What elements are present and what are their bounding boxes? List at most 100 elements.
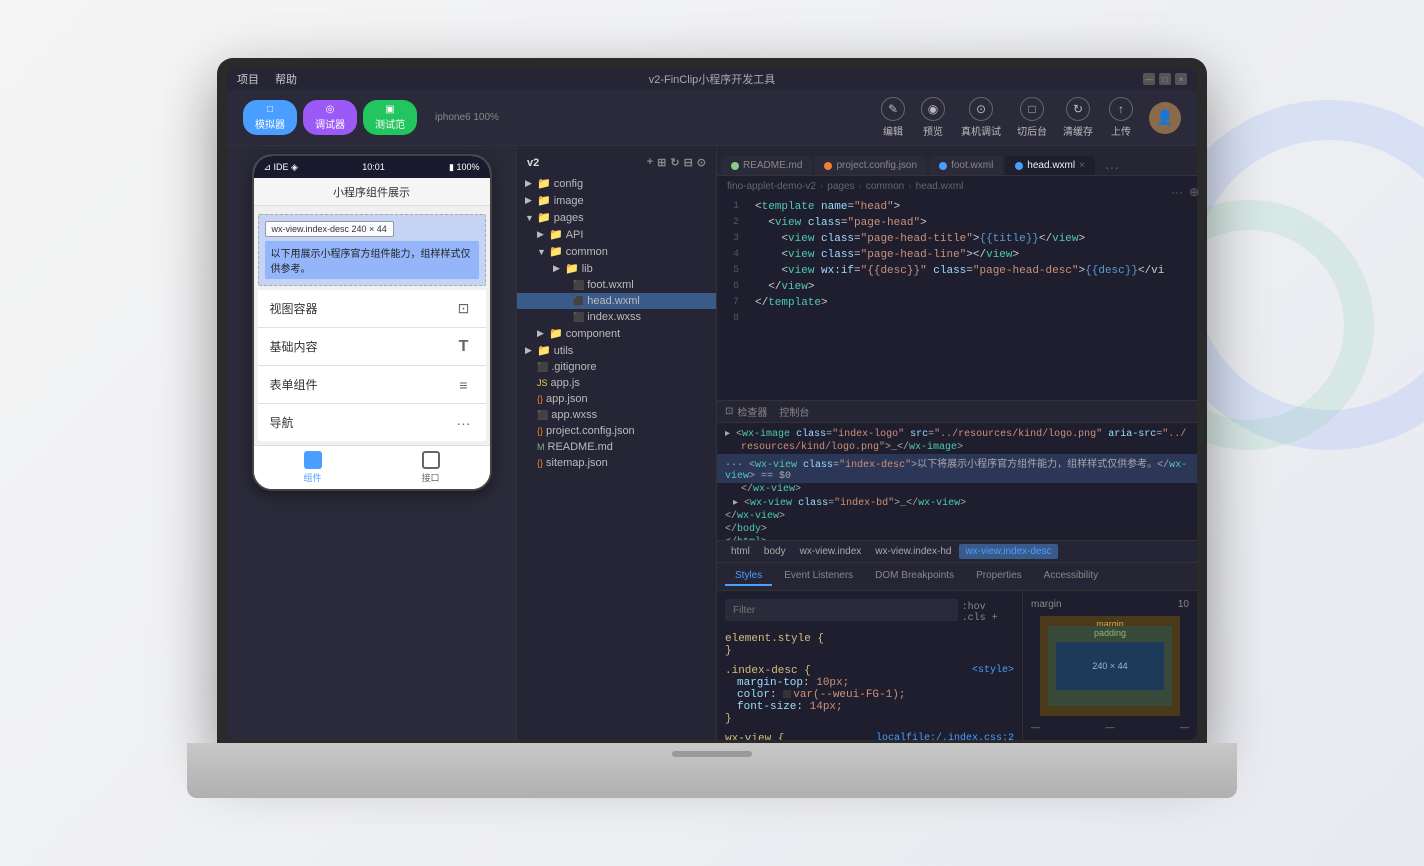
tree-item-foot-wxml[interactable]: ⬛ foot.wxml xyxy=(517,277,716,293)
preview-tool[interactable]: ◉ 预览 xyxy=(921,97,945,138)
styles-filter-input[interactable] xyxy=(725,599,958,621)
tree-item-gitignore[interactable]: ⬛ .gitignore xyxy=(517,359,716,375)
tree-item-app-js[interactable]: JS app.js xyxy=(517,375,716,391)
new-file-icon[interactable]: + xyxy=(647,156,653,169)
code-editor[interactable]: 1 <template name="head"> 2 <view class="… xyxy=(717,196,1197,400)
styles-tab[interactable]: Styles xyxy=(725,567,772,586)
phone-menu-item-2[interactable]: 基础内容 T xyxy=(258,328,486,366)
phone-panel: ⊿ IDE ◈ 10:01 ▮ 100% 小程序组件展示 ··· ⊕ xyxy=(227,146,517,740)
filter-icon[interactable]: ⊙ xyxy=(697,156,706,169)
sitemap-label: sitemap.json xyxy=(546,457,608,469)
phone-nav-components[interactable]: 组件 xyxy=(254,446,372,489)
tree-item-index-wxss[interactable]: ⬛ index.wxss xyxy=(517,309,716,325)
code-line-8: 8 xyxy=(717,312,1197,328)
real-debug-label: 真机调试 xyxy=(961,123,1001,138)
html-crumb-wx-view-hd[interactable]: wx-view.index-hd xyxy=(869,544,957,559)
html-inspector: ▸ <wx-image class="index-logo" src="../r… xyxy=(717,423,1197,541)
tabs-more-button[interactable]: ··· xyxy=(1101,159,1123,175)
real-debug-icon: ⊙ xyxy=(969,97,993,121)
pages-folder-icon: 📁 xyxy=(537,211,551,224)
breadcrumb-pages: pages xyxy=(827,181,854,192)
debugger-button[interactable]: ◎ 调试器 xyxy=(303,100,357,135)
simulator-button[interactable]: □ 模拟器 xyxy=(243,100,297,135)
menu-item-help[interactable]: 帮助 xyxy=(275,71,297,87)
element-tag: wx-view.index-desc 240 × 44 xyxy=(265,221,394,237)
tree-item-config[interactable]: ▶ 📁 config xyxy=(517,175,716,192)
tree-item-app-json[interactable]: {} app.json xyxy=(517,391,716,407)
tab-foot-wxml[interactable]: foot.wxml xyxy=(929,156,1003,175)
phone-signal: ⊿ IDE ◈ xyxy=(264,162,298,173)
html-crumb-body[interactable]: body xyxy=(758,544,792,559)
config-folder-icon: 📁 xyxy=(537,177,551,190)
tree-item-utils[interactable]: ▶ 📁 utils xyxy=(517,342,716,359)
api-label: API xyxy=(566,229,584,241)
common-label: common xyxy=(566,246,608,258)
edit-label: 编辑 xyxy=(883,123,903,138)
tree-item-api[interactable]: ▶ 📁 API xyxy=(517,226,716,243)
pseudo-filter[interactable]: :hov .cls + xyxy=(962,602,1014,624)
html-crumb-wx-view-index[interactable]: wx-view.index xyxy=(794,544,868,559)
tree-item-app-wxss[interactable]: ⬛ app.wxss xyxy=(517,407,716,423)
close-button[interactable]: × xyxy=(1175,73,1187,85)
phone-nav-api[interactable]: 接口 xyxy=(372,446,490,489)
menu-item-project[interactable]: 项目 xyxy=(237,71,259,87)
tab-project-config[interactable]: project.config.json xyxy=(814,156,927,175)
html-crumb-wx-view-desc[interactable]: wx-view.index-desc xyxy=(959,544,1057,559)
tree-item-component[interactable]: ▶ 📁 component xyxy=(517,325,716,342)
phone-title-bar: 小程序组件展示 ··· ⊕ xyxy=(254,178,490,206)
minimize-button[interactable]: — xyxy=(1143,73,1155,85)
tree-item-image[interactable]: ▶ 📁 image xyxy=(517,192,716,209)
dom-breakpoints-tab[interactable]: DOM Breakpoints xyxy=(865,567,964,586)
project-config-label: project.config.json xyxy=(546,425,635,437)
accessibility-tab[interactable]: Accessibility xyxy=(1034,567,1108,586)
tree-item-head-wxml[interactable]: ⬛ head.wxml xyxy=(517,293,716,309)
real-debug-tool[interactable]: ⊙ 真机调试 xyxy=(961,97,1001,138)
new-folder-icon[interactable]: ⊞ xyxy=(657,156,666,169)
app-json-label: app.json xyxy=(546,393,588,405)
foot-tab-dot xyxy=(939,162,947,170)
event-listeners-tab[interactable]: Event Listeners xyxy=(774,567,863,586)
foot-wxml-icon: ⬛ xyxy=(573,280,584,291)
code-line-2: 2 <view class="page-head"> xyxy=(717,216,1197,232)
tree-item-lib[interactable]: ▶ 📁 lib xyxy=(517,260,716,277)
phone-menu-item-4[interactable]: 导航 ··· xyxy=(258,404,486,441)
tree-item-sitemap[interactable]: {} sitemap.json xyxy=(517,455,716,471)
tree-actions: + ⊞ ↻ ⊟ ⊙ xyxy=(647,156,706,169)
background-tool[interactable]: □ 切后台 xyxy=(1017,97,1047,138)
component-label: component xyxy=(566,328,620,340)
edit-tool[interactable]: ✎ 编辑 xyxy=(881,97,905,138)
tree-item-common[interactable]: ▼ 📁 common xyxy=(517,243,716,260)
collapse-icon[interactable]: ⊟ xyxy=(684,156,693,169)
clear-cache-tool[interactable]: ↻ 清缓存 xyxy=(1063,97,1093,138)
devtools-tabs-bar: Styles Event Listeners DOM Breakpoints P… xyxy=(717,563,1197,591)
tree-item-readme[interactable]: M README.md xyxy=(517,439,716,455)
test-icon: ▣ xyxy=(385,104,394,115)
tab-readme[interactable]: README.md xyxy=(721,156,812,175)
component-arrow: ▶ xyxy=(537,328,549,339)
box-model-margin-value: 10 xyxy=(1178,599,1189,610)
phone-menu-item-3[interactable]: 表单组件 ≡ xyxy=(258,366,486,404)
pages-arrow: ▼ xyxy=(525,213,537,223)
main-area: ⊿ IDE ◈ 10:01 ▮ 100% 小程序组件展示 ··· ⊕ xyxy=(227,146,1197,740)
config-label: config xyxy=(554,178,583,190)
inspector-icon: ⊡ xyxy=(725,406,733,417)
margin-top-prop: margin-top: 10px; xyxy=(737,677,1014,689)
project-config-icon: {} xyxy=(537,426,543,436)
box-model-header: margin 10 xyxy=(1031,599,1189,610)
upload-tool[interactable]: ↑ 上传 xyxy=(1109,97,1133,138)
html-crumb-html[interactable]: html xyxy=(725,544,756,559)
test-button[interactable]: ▣ 测试范 xyxy=(363,100,417,135)
tab-head-wxml[interactable]: head.wxml × xyxy=(1005,156,1095,175)
bm-padding-label: padding xyxy=(1094,628,1126,638)
properties-tab[interactable]: Properties xyxy=(966,567,1032,586)
code-line-5: 5 <view wx:if="{{desc}}" class="page-hea… xyxy=(717,264,1197,280)
refresh-icon[interactable]: ↻ xyxy=(670,156,679,169)
maximize-button[interactable]: □ xyxy=(1159,73,1171,85)
tree-item-pages[interactable]: ▼ 📁 pages xyxy=(517,209,716,226)
tree-item-project-config[interactable]: {} project.config.json xyxy=(517,423,716,439)
phone-menu-item-1[interactable]: 视图容器 ⊡ xyxy=(258,290,486,328)
user-avatar[interactable]: 👤 xyxy=(1149,102,1181,134)
device-info: iphone6 100% xyxy=(435,112,499,123)
mode-buttons: □ 模拟器 ◎ 调试器 ▣ 测试范 xyxy=(243,100,417,135)
head-tab-close[interactable]: × xyxy=(1079,160,1085,171)
